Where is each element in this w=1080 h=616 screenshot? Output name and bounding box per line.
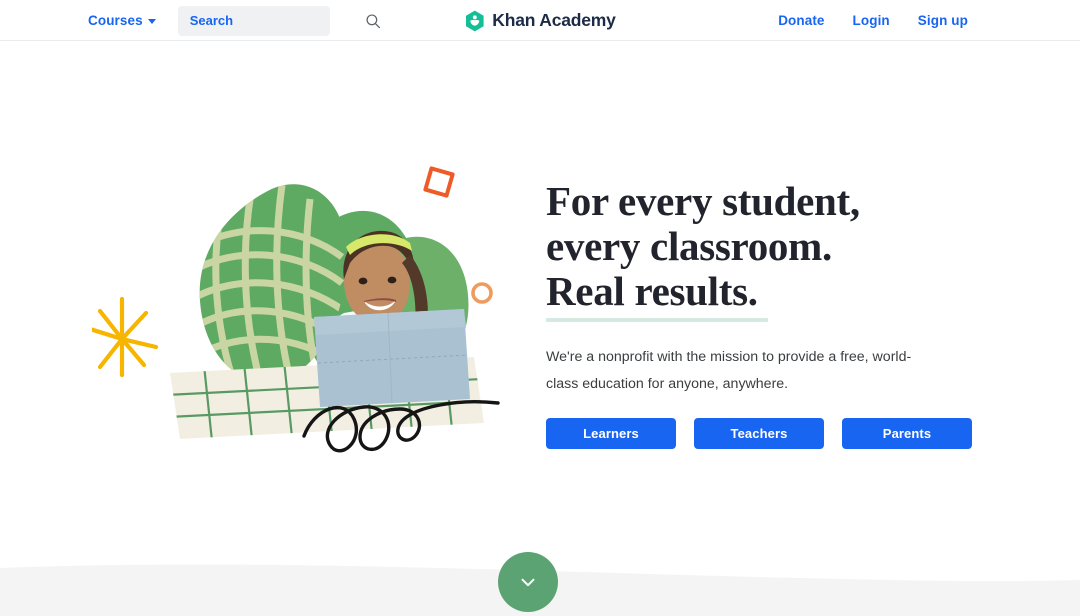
search-icon (366, 13, 380, 28)
search-box[interactable] (177, 5, 380, 36)
parents-button[interactable]: Parents (842, 418, 972, 449)
circle-outline-icon (471, 282, 493, 304)
login-link[interactable]: Login (853, 13, 890, 28)
brand-name: Khan Academy (492, 10, 616, 30)
student-collage-illustration (92, 166, 500, 453)
chevron-down-icon (147, 19, 156, 24)
star-burst-icon (92, 296, 159, 378)
signup-link[interactable]: Sign up (918, 13, 968, 28)
brand-logo-link[interactable]: Khan Academy (464, 0, 616, 41)
headline-underline (546, 318, 768, 322)
hero-copy: For every student, every classroom. Real r… (546, 179, 986, 449)
khan-academy-leaf-logo-icon (466, 10, 484, 31)
header-left-nav: Courses (88, 0, 380, 41)
scroll-down-button[interactable] (498, 552, 558, 612)
courses-label: Courses (88, 13, 143, 28)
teachers-button[interactable]: Teachers (694, 418, 824, 449)
courses-dropdown-button[interactable]: Courses (88, 13, 156, 28)
hero-section: For every student, every classroom. Real r… (0, 41, 1080, 570)
headline-line-1: For every student, (546, 178, 860, 224)
headline-line-2: every classroom. (546, 223, 832, 269)
square-outline-icon (423, 166, 455, 198)
header-right-nav: Donate Login Sign up (778, 0, 968, 41)
laptop-screen (314, 309, 470, 407)
hero-illustration (92, 151, 532, 491)
chevron-down-icon (521, 578, 535, 587)
search-input[interactable] (189, 13, 365, 28)
learners-button[interactable]: Learners (546, 418, 676, 449)
donate-link[interactable]: Donate (778, 13, 824, 28)
hero-headline: For every student, every classroom. Real r… (546, 179, 986, 314)
headline-line-3: Real results. (546, 268, 758, 314)
hero-cta-row: Learners Teachers Parents (546, 418, 986, 449)
hero-subtitle: We're a nonprofit with the mission to pr… (546, 349, 912, 392)
khan-academy-homepage: Courses Khan Academy Donate Login (0, 0, 1080, 616)
site-header: Courses Khan Academy Donate Login (0, 0, 1080, 41)
